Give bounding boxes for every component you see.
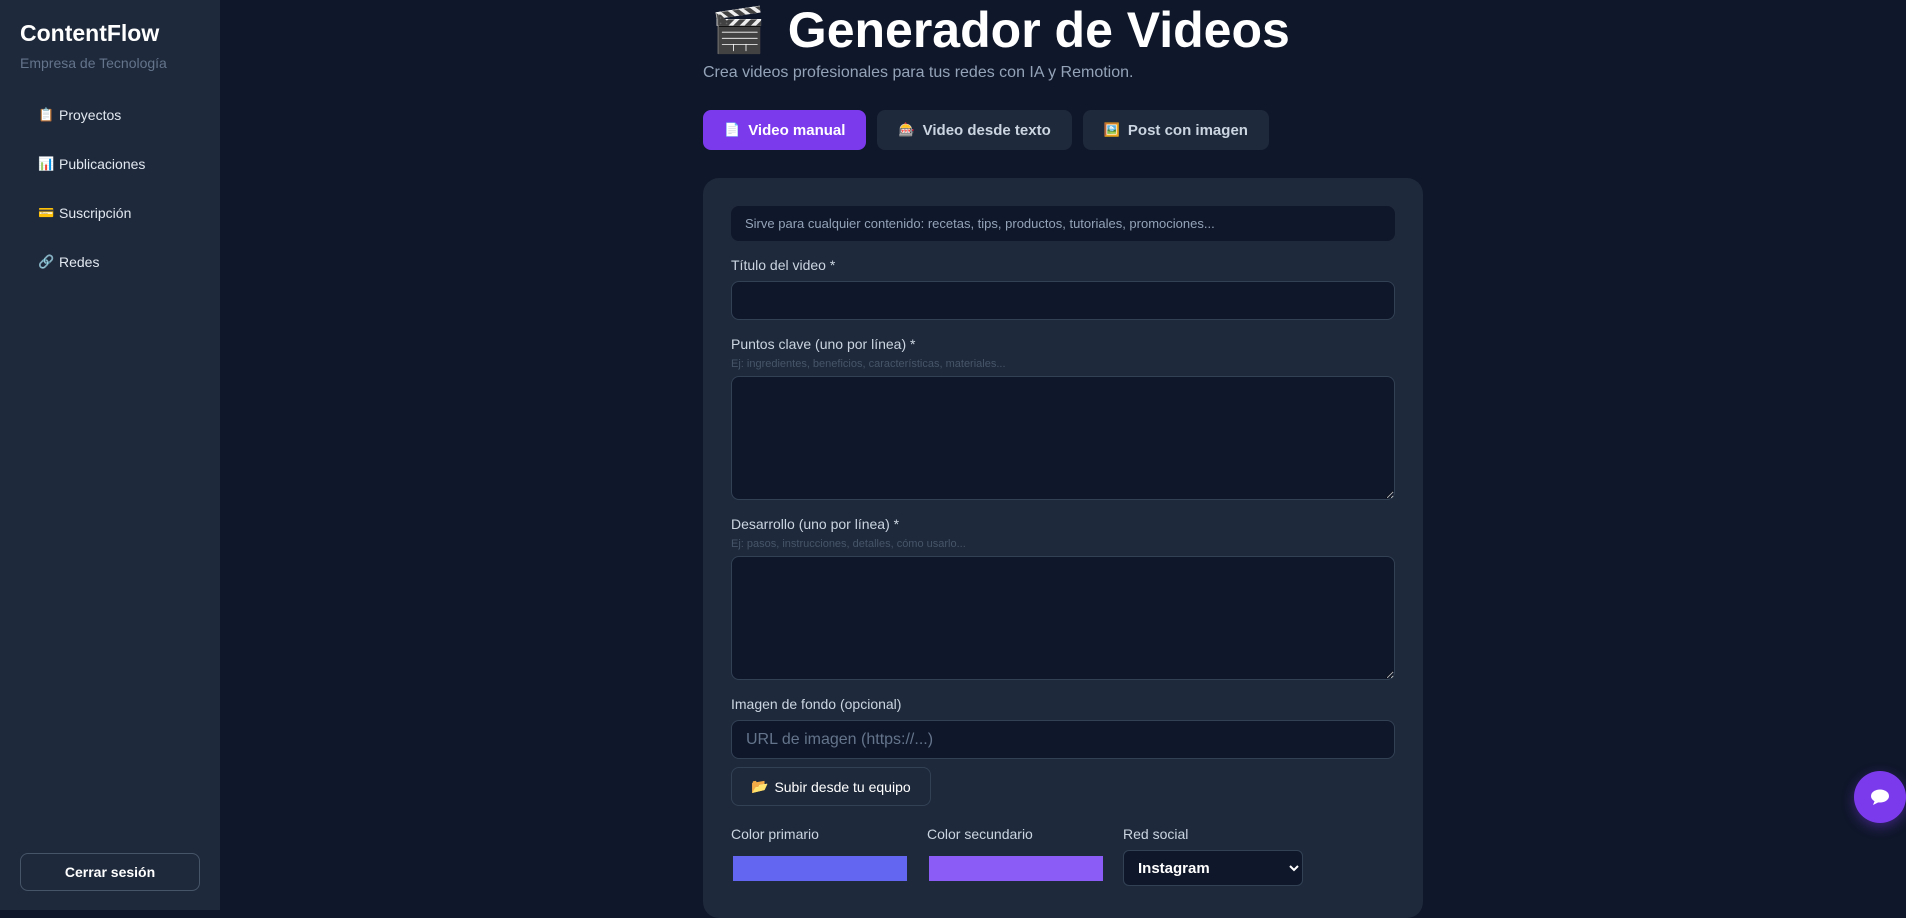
tab-video-manual[interactable]: 📄 Video manual bbox=[703, 110, 867, 150]
key-points-textarea[interactable] bbox=[731, 376, 1395, 500]
social-network-field: Red social Instagram bbox=[1123, 826, 1303, 886]
tab-label: Video manual bbox=[748, 121, 846, 139]
document-icon: 📄 bbox=[724, 122, 741, 137]
style-options-row: Color primario Color secundario Red soci… bbox=[731, 826, 1395, 886]
social-network-select[interactable]: Instagram bbox=[1123, 850, 1303, 886]
primary-color-field: Color primario bbox=[731, 826, 909, 886]
sidebar-item-label: Suscripción bbox=[59, 205, 132, 221]
secondary-color-picker[interactable] bbox=[927, 854, 1105, 883]
sidebar-item-proyectos[interactable]: 📋 Proyectos bbox=[20, 97, 200, 133]
sidebar-item-label: Proyectos bbox=[59, 107, 122, 123]
chat-bubble-icon bbox=[1871, 789, 1889, 805]
tab-label: Post con imagen bbox=[1127, 121, 1248, 139]
company-name: Empresa de Tecnología bbox=[20, 55, 167, 71]
secondary-color-field: Color secundario bbox=[927, 826, 1105, 886]
chat-button[interactable] bbox=[1854, 771, 1906, 823]
sidebar: ContentFlow Empresa de Tecnología 📋 Proy… bbox=[0, 0, 220, 910]
background-image-url-input[interactable] bbox=[731, 720, 1395, 759]
title-input[interactable] bbox=[731, 281, 1395, 320]
sidebar-item-suscripcion[interactable]: 💳 Suscripción bbox=[20, 195, 200, 231]
video-form-card: Sirve para cualquier contenido: recetas,… bbox=[703, 178, 1423, 918]
page-subtitle: Crea videos profesionales para tus redes… bbox=[703, 64, 1134, 81]
page-title-text: Generador de Videos bbox=[787, 2, 1290, 58]
clipboard-icon: 📋 bbox=[38, 107, 55, 122]
secondary-color-label: Color secundario bbox=[927, 826, 1033, 842]
upload-button[interactable]: 📂 Subir desde tu equipo bbox=[731, 767, 931, 806]
main-area: 🎬 Generador de Videos Crea videos profes… bbox=[220, 0, 1906, 918]
background-image-label: Imagen de fondo (opcional) bbox=[731, 696, 902, 712]
credit-card-icon: 💳 bbox=[38, 205, 55, 220]
folder-icon: 📂 bbox=[751, 778, 769, 794]
tab-post-con-imagen[interactable]: 🖼️ Post con imagen bbox=[1082, 110, 1269, 150]
link-icon: 🔗 bbox=[38, 254, 55, 269]
title-label: Título del video * bbox=[731, 257, 836, 273]
primary-color-label: Color primario bbox=[731, 826, 819, 842]
development-label: Desarrollo (uno por línea) * bbox=[731, 516, 900, 532]
development-hint: Ej: pasos, instrucciones, detalles, cómo… bbox=[731, 538, 966, 550]
sidebar-item-redes[interactable]: 🔗 Redes bbox=[20, 244, 200, 280]
upload-button-label: Subir desde tu equipo bbox=[774, 778, 911, 795]
mode-tabs: 📄 Video manual 🎰 Video desde texto 🖼️ Po… bbox=[703, 110, 1423, 150]
content: 🎬 Generador de Videos Crea videos profes… bbox=[703, 0, 1423, 918]
sidebar-item-label: Redes bbox=[59, 254, 100, 270]
logout-button[interactable]: Cerrar sesión bbox=[20, 853, 200, 891]
social-network-label: Red social bbox=[1123, 826, 1189, 842]
key-points-label: Puntos clave (uno por línea) * bbox=[731, 336, 916, 352]
development-textarea[interactable] bbox=[731, 556, 1395, 680]
slot-machine-icon: 🎰 bbox=[898, 122, 915, 137]
clapperboard-icon: 🎬 bbox=[711, 6, 766, 55]
info-banner: Sirve para cualquier contenido: recetas,… bbox=[731, 206, 1395, 241]
sidebar-item-label: Publicaciones bbox=[59, 156, 146, 172]
picture-icon: 🖼️ bbox=[1103, 122, 1120, 137]
sidebar-nav: 📋 Proyectos 📊 Publicaciones 💳 Suscripció… bbox=[20, 97, 200, 280]
brand-name: ContentFlow bbox=[20, 20, 160, 46]
primary-color-picker[interactable] bbox=[731, 854, 909, 883]
page-title: 🎬 Generador de Videos bbox=[711, 0, 1423, 60]
tab-video-desde-texto[interactable]: 🎰 Video desde texto bbox=[877, 110, 1072, 150]
sidebar-item-publicaciones[interactable]: 📊 Publicaciones bbox=[20, 146, 200, 182]
key-points-hint: Ej: ingredientes, beneficios, caracterís… bbox=[731, 358, 1006, 370]
tab-label: Video desde texto bbox=[922, 121, 1051, 139]
bar-chart-icon: 📊 bbox=[38, 156, 55, 171]
